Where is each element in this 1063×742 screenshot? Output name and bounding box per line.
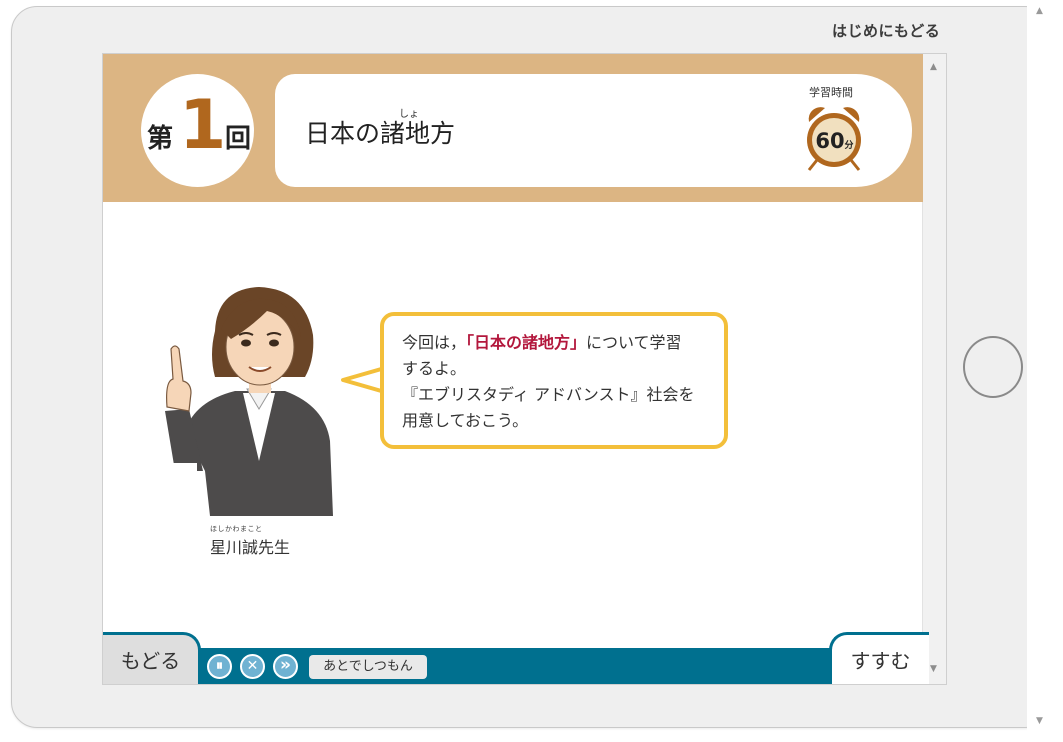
speech-line-4: 用意しておこう。 (402, 411, 529, 430)
fast-forward-icon[interactable]: » (273, 654, 298, 679)
scroll-up-icon[interactable]: ▲ (1036, 6, 1043, 16)
lesson-prefix: 第 (147, 124, 174, 154)
speech-line-1-pre: 今回は， (402, 333, 467, 352)
back-to-start-link[interactable]: はじめにもどる (832, 20, 940, 41)
scroll-down-icon[interactable]: ▼ (1036, 716, 1043, 726)
lesson-suffix: 回 (225, 124, 252, 154)
study-time-unit: 分 (844, 139, 853, 151)
title-box: しょ 日本の諸地方 学習時間 60 分 (275, 74, 912, 187)
study-time-value: 60 (815, 129, 844, 153)
pause-icon[interactable]: ⏸ (207, 654, 232, 679)
close-icon[interactable]: ✕ (240, 654, 265, 679)
speech-highlight: 「日本の諸地方」 (466, 333, 587, 352)
lesson-screen: ▲ ▼ 第 1 回 しょ 日本の諸地方 学習時間 60 分 ほしかわまこと 星川… (102, 53, 947, 685)
teacher-name: 星川誠先生 (210, 538, 291, 557)
lesson-number-badge: 第 1 回 (141, 74, 254, 187)
speech-line-3: 『エブリスタディ アドバンスト』社会を (402, 385, 695, 404)
speech-bubble-tail (341, 366, 385, 394)
scroll-up-icon[interactable]: ▲ (930, 62, 937, 72)
teacher-name-ruby: ほしかわまこと (210, 525, 263, 533)
next-button[interactable]: すすむ (829, 632, 929, 684)
speech-line-2: するよ。 (402, 359, 467, 378)
lesson-header: 第 1 回 しょ 日本の諸地方 学習時間 60 分 (103, 54, 923, 202)
speech-line-1: 今回は，「日本の諸地方」について学習 (402, 330, 706, 356)
speech-bubble: 今回は，「日本の諸地方」について学習 するよ。 『エブリスタディ アドバンスト』… (380, 312, 728, 449)
page-scrollbar[interactable]: ▲ ▼ (1027, 0, 1063, 742)
scroll-down-icon[interactable]: ▼ (930, 664, 937, 674)
teacher-illustration (165, 287, 333, 516)
speech-line-1-post: について学習 (586, 333, 682, 352)
study-time-label: 学習時間 (809, 86, 853, 99)
lesson-title: 日本の諸地方 (305, 119, 456, 148)
ask-later-button[interactable]: あとでしつもん (309, 655, 427, 679)
lesson-number: 1 (179, 86, 227, 165)
back-button[interactable]: もどる (103, 632, 201, 684)
alarm-clock-icon: 60 分 (807, 107, 861, 171)
home-button[interactable] (963, 336, 1023, 398)
content-scrollbar[interactable]: ▲ ▼ (922, 54, 946, 684)
